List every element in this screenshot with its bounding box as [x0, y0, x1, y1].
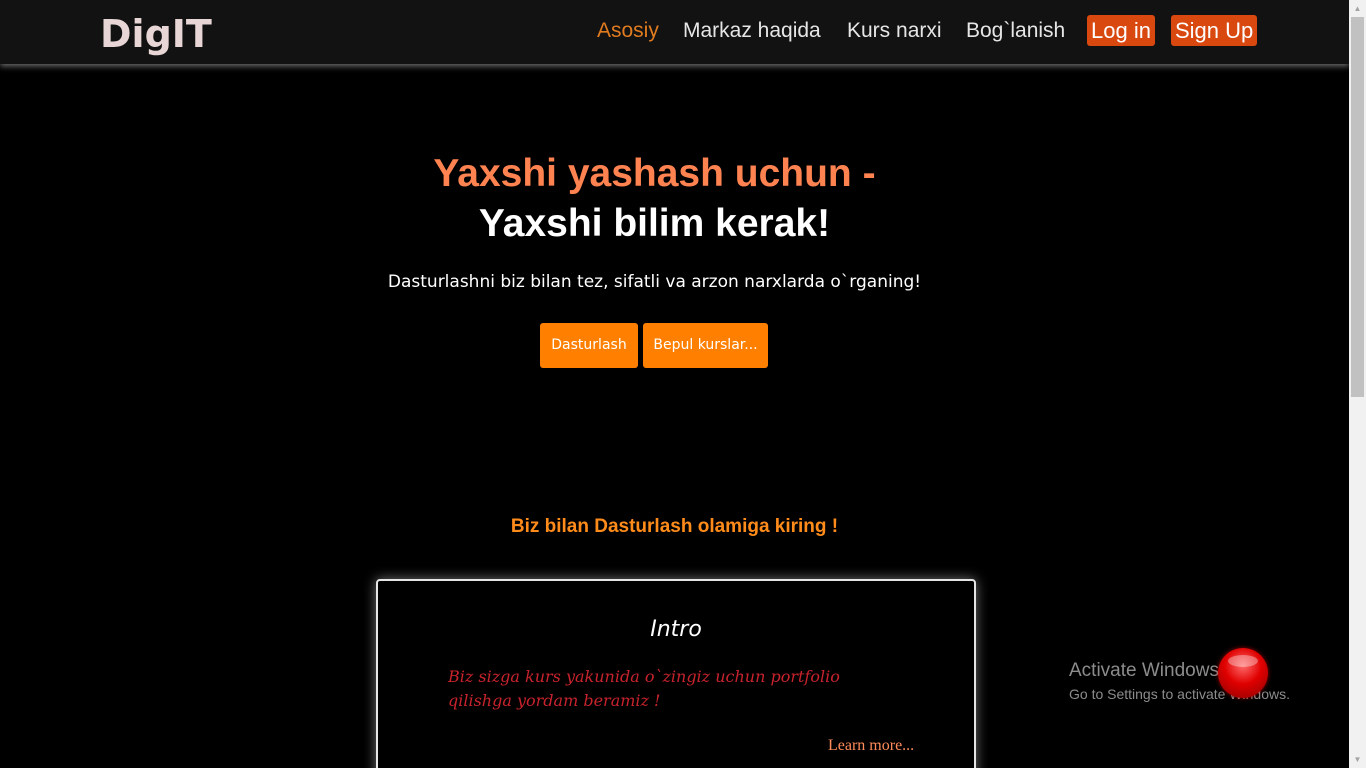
hero-title-line2: Yaxshi bilim kerak!	[478, 202, 831, 245]
hero-subtitle: Dasturlashni biz bilan tez, sifatli va a…	[387, 272, 922, 292]
section-title: Biz bilan Dasturlash olamiga kiring !	[510, 516, 839, 537]
card-title: Intro	[650, 617, 702, 642]
nav-link-asosiy[interactable]: Asosiy	[597, 19, 659, 43]
nav-link-boglanish[interactable]: Bog`lanish	[966, 19, 1065, 43]
nav-link-kurs-narxi[interactable]: Kurs narxi	[847, 19, 942, 43]
bepul-kurslar-button[interactable]: Bepul kurslar...	[643, 323, 768, 368]
chevron-up-icon[interactable]: ▲	[1349, 0, 1366, 17]
card-text: Biz sizga kurs yakunida o`zingiz uchun p…	[448, 667, 840, 710]
login-button[interactable]: Log in	[1087, 15, 1155, 46]
red-ball-icon[interactable]	[1218, 648, 1268, 698]
nav-link-markaz-haqida[interactable]: Markaz haqida	[683, 19, 821, 43]
logo[interactable]: DigIT	[100, 12, 212, 56]
hero-title-line1: Yaxshi yashash uchun -	[433, 152, 876, 195]
activate-windows-title: Activate Windows	[1069, 660, 1219, 681]
scroll-thumb[interactable]	[1351, 17, 1364, 397]
navbar: DigIT Asosiy Markaz haqida Kurs narxi Bo…	[0, 0, 1349, 64]
vertical-scrollbar[interactable]: ▲ ▼	[1349, 0, 1366, 768]
dasturlash-button[interactable]: Dasturlash	[540, 323, 638, 368]
page: DigIT Asosiy Markaz haqida Kurs narxi Bo…	[0, 0, 1349, 768]
signup-button[interactable]: Sign Up	[1171, 15, 1258, 46]
learn-more-link[interactable]: Learn more...	[828, 737, 914, 755]
chevron-down-icon[interactable]: ▼	[1349, 751, 1366, 768]
intro-card: Intro Biz sizga kurs yakunida o`zingiz u…	[376, 579, 976, 768]
